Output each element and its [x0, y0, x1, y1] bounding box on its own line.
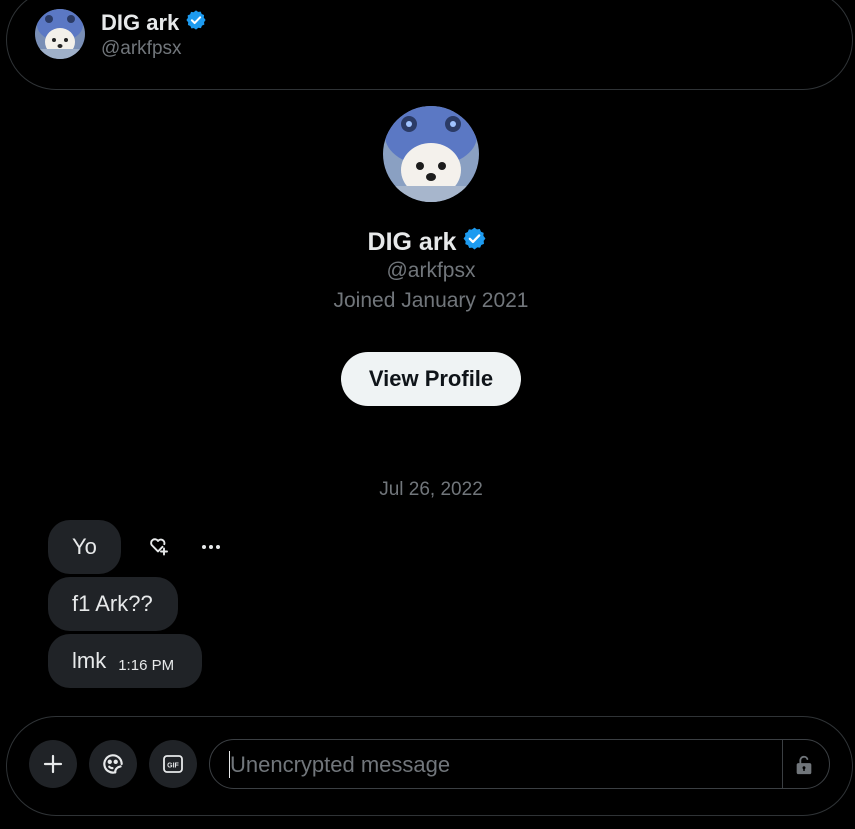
- profile-joined-date: Joined January 2021: [333, 289, 529, 312]
- message-input[interactable]: [228, 740, 780, 790]
- profile-name: DIG ark: [367, 227, 457, 256]
- dm-conversation: DIG ark @arkfpsx DIG ark @arkfpsx Joined…: [0, 0, 855, 829]
- header-name: DIG ark: [101, 10, 180, 35]
- view-profile-button[interactable]: View Profile: [341, 352, 521, 406]
- message-text: lmk: [72, 648, 107, 673]
- conversation-header[interactable]: DIG ark @arkfpsx: [6, 0, 853, 90]
- profile-handle: @arkfpsx: [386, 259, 476, 282]
- message-text: Yo: [72, 534, 97, 559]
- verified-badge-icon: [185, 9, 207, 37]
- date-separator: Jul 26, 2022: [379, 479, 483, 500]
- unlocked-padlock-icon[interactable]: [791, 752, 817, 778]
- message-text: f1 Ark??: [72, 591, 153, 616]
- message-bubble[interactable]: f1 Ark??: [48, 577, 178, 631]
- message-bubble[interactable]: Yo: [48, 520, 121, 574]
- message-timestamp: 1:16 PM: [118, 656, 175, 674]
- verified-badge-icon: [462, 226, 487, 258]
- message-bubble[interactable]: lmk 1:16 PM: [48, 634, 202, 688]
- heart-plus-icon[interactable]: [144, 533, 172, 561]
- svg-text:GIF: GIF: [167, 763, 179, 770]
- text-caret: [229, 751, 230, 778]
- emoji-icon[interactable]: [89, 740, 137, 788]
- header-name-row: DIG ark: [101, 9, 207, 37]
- more-horizontal-icon[interactable]: [197, 533, 225, 561]
- header-handle: @arkfpsx: [101, 38, 182, 59]
- gif-icon[interactable]: GIF: [149, 740, 197, 788]
- message-input-container[interactable]: [209, 739, 830, 790]
- divider: [782, 740, 783, 788]
- header-avatar[interactable]: [35, 9, 85, 59]
- plus-icon[interactable]: [29, 740, 77, 788]
- profile-name-row: DIG ark: [0, 226, 855, 258]
- profile-avatar[interactable]: [383, 106, 479, 202]
